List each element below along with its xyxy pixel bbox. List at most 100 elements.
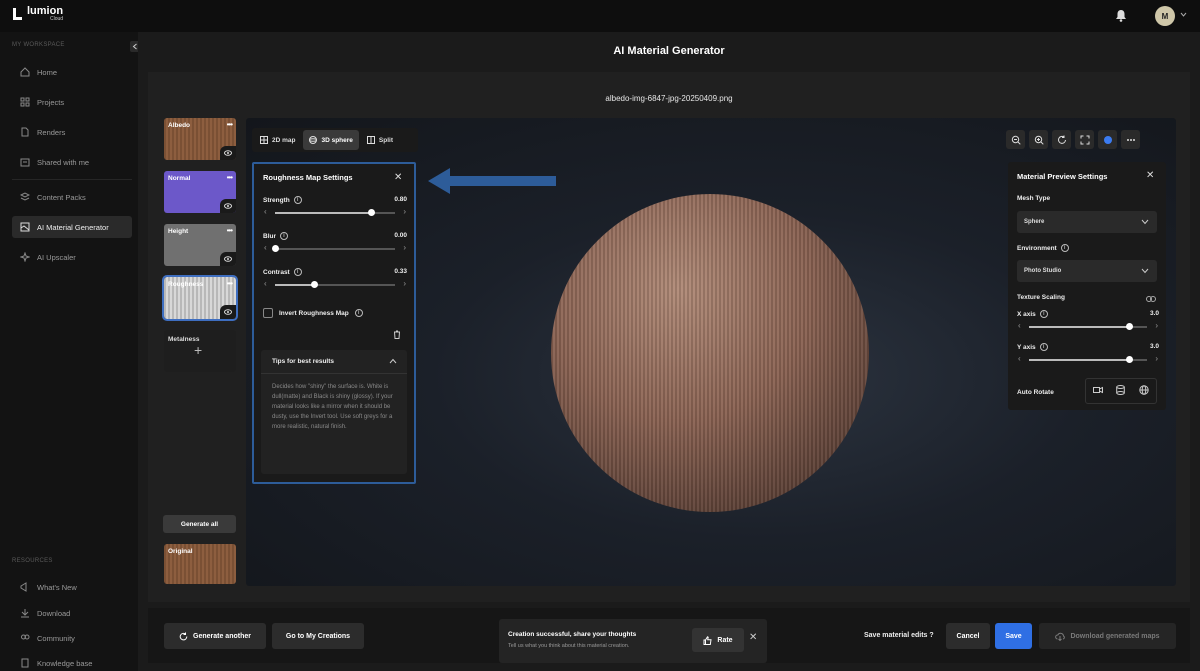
- button-label: Download generated maps: [1070, 632, 1160, 640]
- slider-fill: [275, 284, 315, 286]
- more-options-icon[interactable]: [1121, 130, 1140, 149]
- info-icon[interactable]: i: [354, 309, 363, 317]
- invert-roughness-row[interactable]: Invert Roughness Map i: [263, 308, 363, 318]
- feedback-title: Creation successful, share your thoughts: [508, 631, 637, 638]
- zoom-out-icon[interactable]: [1006, 130, 1025, 149]
- go-to-my-creations-button[interactable]: Go to My Creations: [272, 623, 364, 649]
- settings-gear-icon[interactable]: [1098, 130, 1117, 149]
- map-label: Height: [168, 228, 189, 235]
- mesh-type-select[interactable]: Sphere: [1017, 211, 1157, 233]
- tab-3d-sphere[interactable]: 3D sphere: [303, 130, 359, 150]
- sidebar-item-download[interactable]: Download: [12, 602, 132, 624]
- slider-knob[interactable]: [1125, 356, 1133, 363]
- info-icon[interactable]: i: [1039, 310, 1048, 318]
- slider-track[interactable]: [275, 248, 395, 250]
- map-thumb-normal[interactable]: Normal •••: [164, 171, 236, 213]
- sidebar-item-whats-new[interactable]: What's New: [12, 576, 132, 598]
- more-options-icon[interactable]: •••: [227, 120, 233, 129]
- lumion-logo[interactable]: lumion Cloud: [12, 6, 63, 22]
- cancel-button[interactable]: Cancel: [946, 623, 990, 649]
- eye-icon[interactable]: [220, 146, 236, 160]
- chevron-up-icon[interactable]: [389, 357, 397, 366]
- save-button[interactable]: Save: [995, 623, 1032, 649]
- eye-icon[interactable]: [220, 252, 236, 266]
- map-thumb-height[interactable]: Height •••: [164, 224, 236, 266]
- feedback-subtitle: Tell us what you think about this materi…: [508, 643, 630, 649]
- slider-knob[interactable]: [1125, 323, 1133, 330]
- chevron-right-icon[interactable]: ›: [403, 207, 406, 216]
- sidebar-item-community[interactable]: Community: [12, 627, 132, 649]
- environment-label: Environment i: [1017, 244, 1069, 252]
- slider-knob[interactable]: [271, 245, 279, 252]
- chevron-left-icon[interactable]: ‹: [264, 243, 267, 252]
- button-label: Go to My Creations: [285, 632, 351, 640]
- sidebar-item-home[interactable]: Home: [12, 61, 132, 83]
- sidebar-item-label: Community: [37, 633, 75, 643]
- close-icon[interactable]: ✕: [394, 172, 402, 183]
- chevron-right-icon[interactable]: ›: [1155, 321, 1158, 330]
- close-icon[interactable]: ✕: [749, 632, 757, 643]
- sidebar-item-ai-upscaler[interactable]: AI Upscaler: [12, 246, 132, 268]
- chevron-down-icon[interactable]: [1180, 12, 1187, 17]
- sidebar-item-label: Shared with me: [37, 157, 90, 167]
- info-icon[interactable]: i: [280, 232, 288, 240]
- download-generated-maps-button[interactable]: Download generated maps: [1039, 623, 1176, 649]
- sidebar-item-knowledge-base[interactable]: Knowledge base: [12, 652, 132, 671]
- tab-split[interactable]: Split: [361, 130, 399, 150]
- trash-icon[interactable]: [393, 330, 401, 341]
- home-icon: [20, 67, 30, 77]
- layers-icon: [20, 192, 30, 202]
- cloud-download-icon: [1055, 632, 1066, 641]
- rate-button[interactable]: Rate: [692, 628, 744, 652]
- sparkle-icon: [20, 252, 30, 262]
- reset-view-icon[interactable]: [1052, 130, 1071, 149]
- zoom-in-icon[interactable]: [1029, 130, 1048, 149]
- fullscreen-icon[interactable]: [1075, 130, 1094, 149]
- slider-knob[interactable]: [311, 281, 319, 288]
- camera-rotate-icon[interactable]: [1092, 386, 1103, 396]
- map-thumb-albedo[interactable]: Albedo •••: [164, 118, 236, 160]
- sidebar-item-ai-material-generator[interactable]: AI Material Generator: [12, 216, 132, 238]
- globe-rotate-icon[interactable]: [1139, 385, 1149, 397]
- cylinder-rotate-icon[interactable]: [1116, 385, 1126, 397]
- material-preview-sphere[interactable]: [551, 194, 869, 512]
- generate-all-button[interactable]: Generate all: [163, 515, 236, 533]
- chevron-right-icon[interactable]: ›: [403, 279, 406, 288]
- share-icon: [20, 157, 30, 167]
- link-icon[interactable]: [1146, 295, 1156, 304]
- sidebar-item-content-packs[interactable]: Content Packs: [12, 186, 132, 208]
- file-name: albedo-img-6847-jpg-20250409.png: [605, 94, 733, 103]
- chevron-left-icon[interactable]: ‹: [264, 207, 267, 216]
- close-icon[interactable]: ✕: [1146, 170, 1154, 181]
- eye-icon[interactable]: [220, 305, 236, 319]
- info-icon[interactable]: i: [1039, 343, 1048, 351]
- environment-select[interactable]: Photo Studio: [1017, 260, 1157, 282]
- generate-another-button[interactable]: Generate another: [164, 623, 266, 649]
- chevron-left-icon[interactable]: ‹: [1018, 354, 1021, 363]
- info-icon[interactable]: i: [1060, 244, 1069, 252]
- view-mode-tabs: 2D map 3D sphere Split: [252, 128, 418, 152]
- info-icon[interactable]: i: [293, 268, 302, 276]
- sidebar-item-projects[interactable]: Projects: [12, 91, 132, 113]
- chevron-left-icon[interactable]: ‹: [1018, 321, 1021, 330]
- slider-knob[interactable]: [367, 209, 375, 216]
- info-icon[interactable]: i: [293, 196, 302, 204]
- more-options-icon[interactable]: •••: [227, 226, 233, 235]
- more-options-icon[interactable]: •••: [227, 279, 233, 288]
- map-thumb-original[interactable]: Original: [164, 544, 236, 584]
- sidebar-item-renders[interactable]: Renders: [12, 121, 132, 143]
- tips-header[interactable]: Tips for best results: [261, 350, 407, 374]
- chevron-left-icon[interactable]: ‹: [264, 279, 267, 288]
- sidebar-item-shared[interactable]: Shared with me: [12, 151, 132, 173]
- eye-icon[interactable]: [220, 199, 236, 213]
- invert-roughness-checkbox[interactable]: [263, 308, 273, 318]
- material-preview-settings-panel: Material Preview Settings ✕ Mesh Type Sp…: [1008, 162, 1166, 410]
- notification-bell-icon[interactable]: [1115, 9, 1127, 22]
- tab-2d-map[interactable]: 2D map: [254, 130, 301, 150]
- map-thumb-roughness[interactable]: Roughness •••: [162, 275, 238, 321]
- user-avatar[interactable]: M: [1155, 6, 1175, 26]
- chevron-right-icon[interactable]: ›: [1155, 354, 1158, 363]
- chevron-right-icon[interactable]: ›: [403, 243, 406, 252]
- more-options-icon[interactable]: •••: [227, 173, 233, 182]
- map-thumb-metalness[interactable]: Metalness +: [164, 330, 236, 372]
